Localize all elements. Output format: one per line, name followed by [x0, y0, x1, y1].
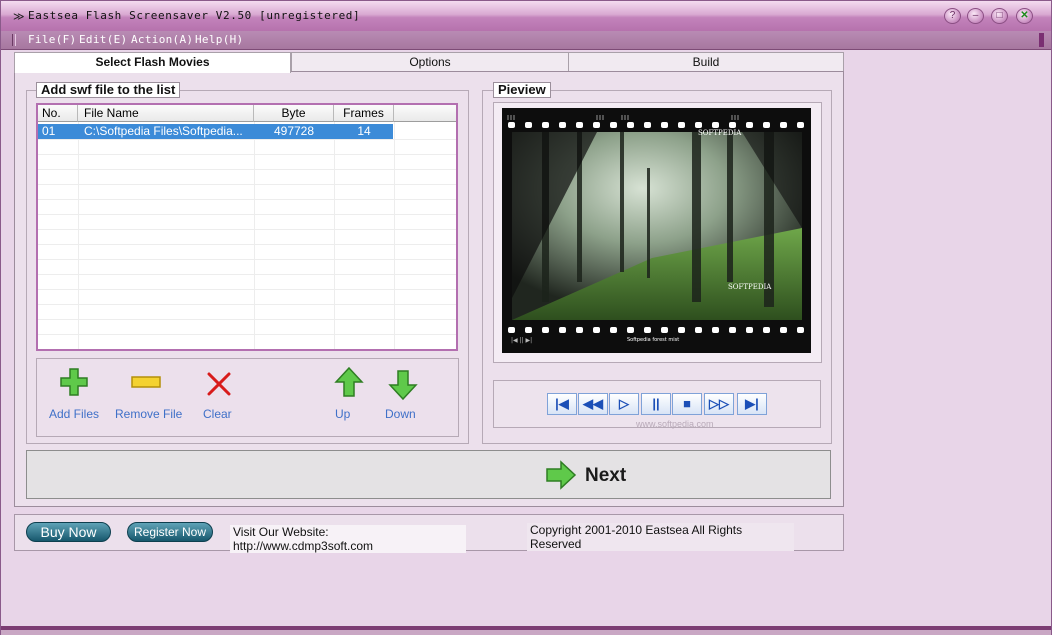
window-title: Eastsea Flash Screensaver V2.50 [unregis… [28, 9, 361, 22]
stop-button[interactable]: ■ [672, 393, 702, 415]
controls-watermark: www.softpedia.com [636, 419, 714, 429]
cell-frames: 14 [357, 124, 371, 138]
list-header: No. File Name Byte Frames [38, 105, 456, 122]
help-window-icon[interactable]: ? [944, 8, 961, 24]
column-byte[interactable]: Byte [254, 105, 334, 122]
menu-action[interactable]: Action(A) [131, 33, 193, 46]
menu-file[interactable]: File(F) [28, 33, 76, 46]
up-label: Up [335, 407, 351, 421]
bottom-strip [1, 630, 1051, 635]
forward-button[interactable]: ▷▷ [704, 393, 734, 415]
menu-help[interactable]: Help(H) [195, 33, 243, 46]
table-row[interactable]: 01 C:\Softpedia Files\Softpedia... 49772… [38, 124, 393, 139]
add-files-label: Add Files [49, 407, 100, 421]
menu-end-block [1039, 33, 1044, 47]
website-link[interactable]: Visit Our Website: http://www.cdmp3soft.… [230, 525, 466, 553]
last-frame-button[interactable]: ▶| [737, 393, 767, 415]
cell-file-name: C:\Softpedia Files\Softpedia... [84, 124, 243, 138]
grid-line [394, 122, 395, 349]
menu-grip [12, 34, 16, 46]
preview-image: SOFTPEDIA SOFTPEDIA Softpedia forest mis… [502, 108, 811, 353]
forward-icon: ▷▷ [709, 396, 729, 411]
arrow-up-icon [334, 366, 364, 397]
copyright-text: Copyright 2001-2010 Eastsea All Rights R… [527, 523, 794, 551]
delete-x-icon [207, 372, 231, 396]
grid-line [334, 122, 335, 349]
add-icon [60, 368, 88, 396]
arrow-down-icon [388, 370, 418, 401]
file-group-label: Add swf file to the list [36, 82, 181, 98]
next-button[interactable] [26, 450, 831, 499]
register-now-button[interactable]: Register Now [127, 522, 213, 542]
column-file-name[interactable]: File Name [78, 105, 254, 122]
rewind-icon: ◀◀ [583, 396, 603, 411]
close-icon[interactable]: ✕ [1016, 8, 1033, 24]
last-icon: ▶| [745, 396, 759, 411]
stop-icon: ■ [683, 396, 691, 411]
menu-edit[interactable]: Edit(E) [79, 33, 127, 46]
next-label: Next [585, 465, 627, 486]
grid-line [254, 122, 255, 349]
preview-watermark-top: SOFTPEDIA [698, 129, 742, 137]
clear-label: Clear [203, 407, 232, 421]
column-frames[interactable]: Frames [334, 105, 394, 122]
preview-caption: Softpedia forest mist [627, 337, 679, 343]
arrow-right-icon [546, 460, 577, 490]
file-list[interactable]: No. File Name Byte Frames 01 C:\Softpedi… [36, 103, 458, 351]
cell-no: 01 [42, 124, 56, 138]
preview-group-label: Pieview [493, 82, 551, 98]
down-label: Down [385, 407, 416, 421]
menu-bar: File(F) Edit(E) Action(A) Help(H) [1, 31, 1051, 50]
tab-build[interactable]: Build [568, 52, 844, 72]
play-icon: ▷ [619, 396, 629, 411]
first-frame-button[interactable]: |◀ [547, 393, 577, 415]
remove-file-label: Remove File [115, 407, 183, 421]
buy-now-button[interactable]: Buy Now [26, 522, 111, 542]
app-icon: ≫ [13, 10, 25, 23]
rewind-button[interactable]: ◀◀ [578, 393, 608, 415]
preview-mini-controls: |◀ || ▶| [511, 337, 532, 344]
play-button[interactable]: ▷ [609, 393, 639, 415]
app-window: ≫ Eastsea Flash Screensaver V2.50 [unreg… [0, 0, 1052, 635]
column-no[interactable]: No. [38, 105, 78, 122]
tab-select-flash-movies[interactable]: Select Flash Movies [14, 52, 291, 73]
minus-icon [131, 376, 161, 388]
pause-icon: || [652, 396, 660, 411]
preview-watermark-mid: SOFTPEDIA [728, 283, 772, 291]
first-icon: |◀ [555, 396, 569, 411]
grid-line [78, 122, 79, 349]
minimize-icon[interactable]: – [967, 8, 984, 24]
pause-button[interactable]: || [641, 393, 671, 415]
maximize-icon[interactable]: □ [991, 8, 1008, 24]
column-empty [394, 105, 456, 122]
tab-options[interactable]: Options [291, 52, 569, 72]
cell-byte: 497728 [273, 124, 315, 138]
title-bar[interactable]: ≫ Eastsea Flash Screensaver V2.50 [unreg… [1, 1, 1051, 32]
